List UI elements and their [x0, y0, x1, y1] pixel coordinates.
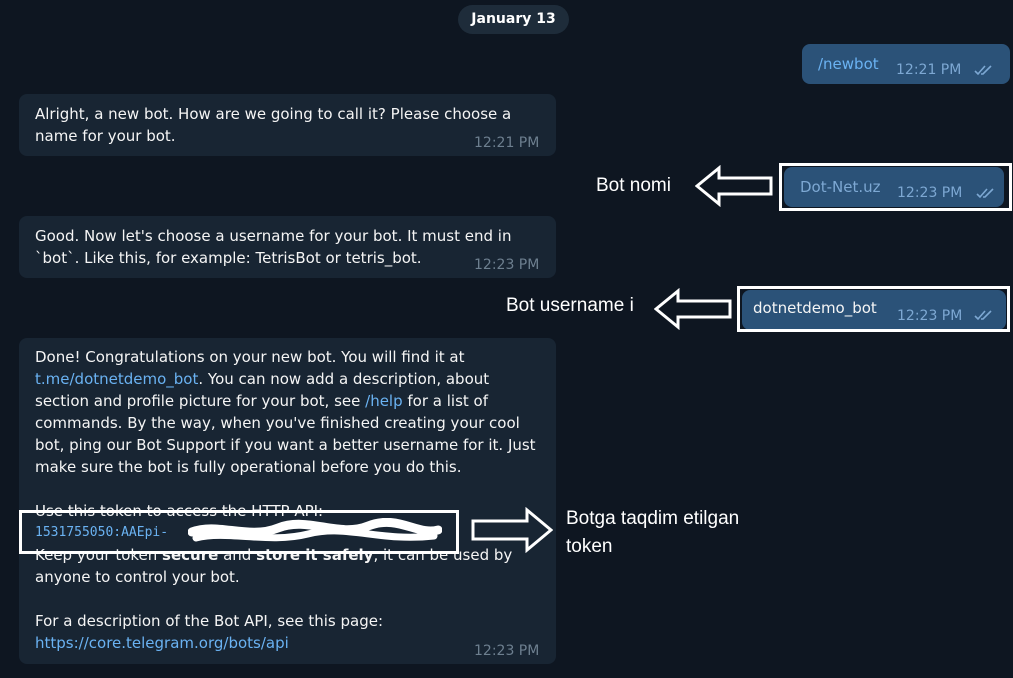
message-outgoing-newbot[interactable]: /newbot 12:21 PM	[802, 44, 1010, 84]
message-text: Done! Congratulations on your new bot. Y…	[35, 346, 545, 654]
arrow-left-icon	[654, 288, 732, 330]
message-text: `bot`. Like this, for example: TetrisBot…	[35, 249, 422, 267]
message-text: name for your bot.	[35, 127, 176, 145]
message-incoming[interactable]: Good. Now let's choose a username for yo…	[19, 216, 556, 278]
bot-api-link[interactable]: https://core.telegram.org/bots/api	[35, 634, 289, 652]
message-incoming-token[interactable]: Done! Congratulations on your new bot. Y…	[19, 338, 556, 664]
message-incoming[interactable]: Alright, a new bot. How are we going to …	[19, 94, 556, 156]
help-command-link[interactable]: /help	[365, 392, 402, 410]
annotation-bot-username: Bot username i	[506, 295, 634, 316]
highlight-box-bot-username	[737, 286, 1010, 332]
arrow-left-icon	[695, 165, 773, 207]
double-check-icon	[974, 65, 992, 76]
highlight-box-bot-name	[779, 163, 1012, 211]
message-time: 12:23 PM	[474, 643, 540, 659]
message-time: 12:23 PM	[474, 257, 540, 273]
message-text: Good. Now let's choose a username for yo…	[35, 227, 512, 245]
arrow-right-icon	[471, 507, 553, 553]
annotation-bot-name: Bot nomi	[596, 175, 671, 196]
annotation-token: Botga taqdim etilgan token	[566, 508, 740, 557]
highlight-box-token	[19, 510, 459, 554]
message-time: 12:21 PM	[474, 135, 540, 151]
message-text: Alright, a new bot. How are we going to …	[35, 105, 512, 123]
message-text[interactable]: /newbot	[818, 53, 879, 75]
bot-link[interactable]: t.me/dotnetdemo_bot	[35, 370, 198, 388]
date-chip: January 13	[458, 5, 569, 34]
message-time: 12:21 PM	[896, 62, 962, 78]
